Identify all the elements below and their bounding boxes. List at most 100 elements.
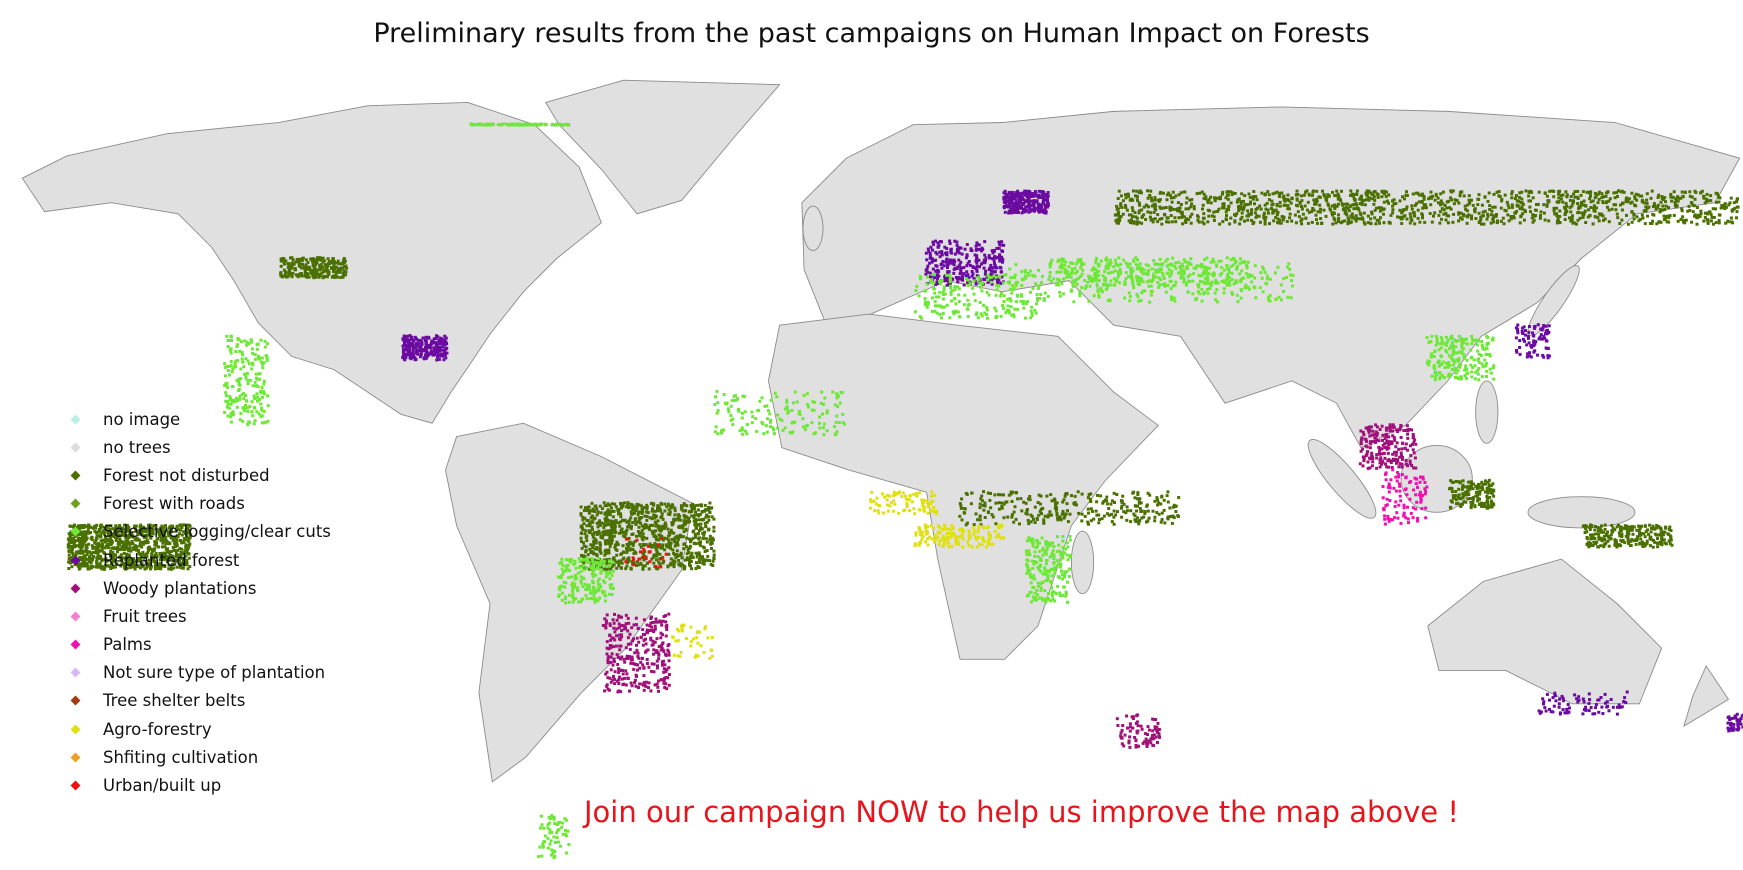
sample-point (645, 662, 649, 665)
sample-point (1020, 293, 1023, 297)
sample-point (983, 278, 986, 281)
sample-point (246, 378, 250, 382)
sample-point (949, 292, 953, 296)
sample-point (1020, 270, 1024, 274)
sample-point (607, 564, 611, 568)
sample-point (666, 512, 670, 516)
sample-point (667, 683, 671, 687)
sample-point (1130, 206, 1134, 210)
sample-point (704, 537, 708, 541)
sample-point (1265, 282, 1269, 286)
sample-point (1230, 290, 1234, 294)
sample-point (223, 362, 227, 366)
sample-point (684, 528, 688, 532)
sample-point (1424, 206, 1428, 210)
sample-point (635, 650, 639, 653)
sample-point (1497, 194, 1501, 198)
sample-point (1140, 208, 1144, 212)
sample-point (994, 315, 998, 319)
sample-point (1403, 197, 1406, 201)
sample-point (658, 552, 662, 556)
sample-point (613, 519, 617, 523)
sample-point (228, 348, 232, 352)
sample-point (583, 582, 587, 586)
sample-point (573, 577, 577, 581)
sample-point (1253, 276, 1257, 280)
sample-point (263, 339, 267, 343)
sample-point (966, 273, 970, 277)
sample-point (1300, 207, 1304, 211)
sample-point (1035, 302, 1038, 306)
sample-point (605, 683, 609, 687)
philippines (1475, 380, 1499, 444)
sample-point (1000, 292, 1003, 296)
sample-point (261, 395, 264, 399)
sample-point (695, 636, 699, 640)
sample-point (1263, 222, 1267, 226)
sample-point (1016, 307, 1020, 311)
sample-point (657, 689, 660, 693)
sample-point (962, 303, 966, 307)
sample-point (416, 338, 420, 342)
sample-point (616, 690, 620, 694)
sample-point (613, 638, 617, 642)
sample-point (1006, 304, 1010, 308)
sample-point (685, 552, 689, 556)
sample-point (259, 360, 263, 364)
sample-point (703, 627, 707, 631)
sample-point (1246, 218, 1250, 222)
sample-point (650, 625, 654, 629)
sample-point (1200, 299, 1204, 303)
sample-point (288, 270, 292, 274)
sample-point (1174, 280, 1178, 284)
sample-point (690, 538, 693, 542)
sample-point (592, 540, 596, 544)
sample-point (411, 349, 415, 353)
sample-point (1510, 196, 1514, 200)
sample-point (661, 619, 665, 623)
sample-point (619, 501, 622, 505)
sample-point (1008, 205, 1012, 209)
sample-point (614, 505, 618, 509)
sample-point (1259, 271, 1263, 275)
sample-point (1286, 265, 1289, 269)
sample-point (631, 521, 635, 524)
sample-point (917, 294, 921, 298)
sample-point (608, 592, 611, 596)
sample-point (604, 594, 608, 598)
sample-point (233, 362, 237, 365)
sample-point (929, 281, 933, 284)
sample-point (1291, 284, 1294, 288)
sample-point (610, 644, 614, 648)
sample-point (941, 297, 945, 301)
sample-point (302, 266, 306, 270)
sample-point (986, 273, 990, 277)
sample-point (617, 614, 621, 618)
sample-point (253, 353, 257, 357)
sample-point (657, 533, 661, 537)
sample-point (698, 513, 702, 517)
sample-point (338, 267, 342, 271)
sample-point (1124, 196, 1128, 200)
sample-point (1012, 205, 1015, 209)
sample-point (1161, 271, 1165, 275)
sample-point (1282, 277, 1286, 281)
sample-point (1535, 203, 1538, 206)
sample-point (949, 286, 953, 290)
sample-point (604, 599, 607, 603)
sample-point (1169, 214, 1173, 217)
sample-point (699, 522, 703, 526)
sample-point (294, 260, 298, 264)
sample-point (653, 683, 657, 687)
sample-point (492, 122, 495, 126)
sample-point (611, 560, 615, 564)
sample-point (1416, 216, 1420, 220)
sample-point (660, 660, 664, 664)
sample-point (1505, 200, 1509, 204)
sample-point (226, 345, 230, 348)
sample-point (1564, 190, 1568, 194)
sample-point (558, 575, 562, 579)
sample-point (564, 569, 568, 573)
sample-point (610, 537, 614, 541)
sample-point (944, 260, 948, 264)
